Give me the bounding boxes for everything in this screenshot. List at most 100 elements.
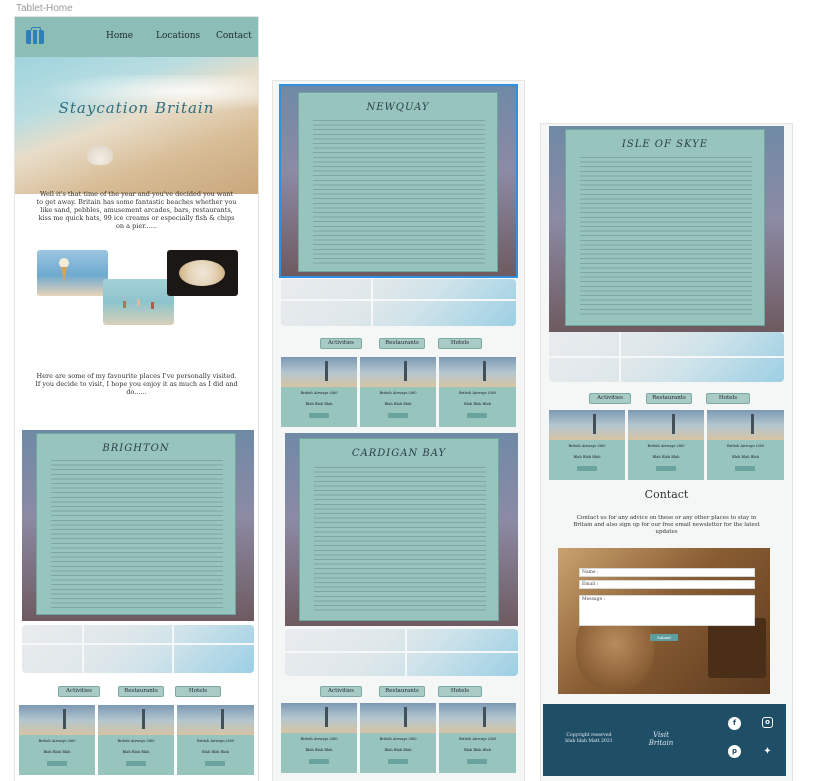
tile-name: British Airways i360 [38, 739, 76, 743]
tile-button[interactable] [388, 759, 408, 764]
facebook-icon[interactable]: f [728, 717, 741, 730]
brighton-card: BRIGHTON [22, 430, 254, 621]
favourites-text: Here are some of my favourite places I'v… [35, 372, 238, 396]
attraction-tile: British Airways i360 Blah Blah Blah [281, 357, 357, 427]
tile-desc: Blah Blah Blah [305, 402, 333, 406]
attraction-tile: British Airways i360 Blah Blah Blah [439, 357, 516, 427]
favourites-line: Here are some of my favourite places I'v… [36, 372, 237, 380]
brand-line: Visit [653, 731, 669, 739]
tile-desc: Blah Blah Blah [652, 455, 680, 459]
cardigan-bay-map[interactable] [285, 629, 518, 676]
submit-button[interactable]: Submit [650, 634, 678, 641]
tile-button[interactable] [309, 413, 329, 418]
activities-button[interactable]: Activities [589, 393, 631, 404]
tile-button[interactable] [309, 759, 329, 764]
tile-desc: Blah Blah Blah [122, 750, 150, 754]
activities-button[interactable]: Activities [320, 686, 362, 697]
tile-button[interactable] [656, 466, 676, 471]
tile-name: British Airways i360 [300, 737, 338, 741]
contact-line: updates [655, 529, 678, 535]
tile-button[interactable] [388, 413, 408, 418]
tile-name: British Airways i360 [458, 391, 497, 395]
nav-home-link[interactable]: Home [106, 31, 133, 41]
attraction-tile: British Airways i360 Blah Blah Blah [439, 703, 516, 773]
tile-button[interactable] [577, 466, 597, 471]
hero-title: Staycation Britain [58, 99, 215, 117]
tile-desc: Blah Blah Blah [43, 750, 71, 754]
shell-image [87, 145, 113, 165]
tile-name: British Airways i360 [647, 444, 685, 448]
contact-line: Britain and also sign up for our free em… [573, 522, 760, 528]
beach-people-photo [103, 279, 174, 325]
newquay-title: NEWQUAY [366, 102, 430, 113]
attraction-tile: British Airways i360 Blah Blah Blah [360, 703, 436, 773]
contact-title: Contact [644, 488, 689, 501]
twitter-icon[interactable]: ✦ [761, 745, 774, 758]
email-field[interactable]: Email : [579, 580, 755, 589]
restaurants-button[interactable]: Restaurants [379, 338, 425, 349]
locations-page: NEWQUAY Activities Restaurants Hotels Br… [273, 81, 524, 781]
pinterest-icon[interactable]: p [728, 745, 741, 758]
tile-button[interactable] [735, 466, 755, 471]
intro-line: kiss me quick hats, 99 ice creams or esp… [38, 214, 235, 222]
tile-button[interactable] [126, 761, 146, 766]
isle-of-skye-title: ISLE OF SKYE [621, 139, 709, 150]
instagram-icon[interactable]: o [762, 717, 773, 728]
tile-desc: Blah Blah Blah [201, 750, 230, 754]
hotels-button[interactable]: Hotels [438, 686, 482, 697]
tile-button[interactable] [47, 761, 67, 766]
hotels-button[interactable]: Hotels [175, 686, 221, 697]
brighton-map[interactable] [22, 625, 254, 673]
isle-of-skye-card: ISLE OF SKYE [549, 126, 784, 332]
message-field[interactable]: Message : [579, 595, 755, 626]
brighton-title: BRIGHTON [102, 443, 170, 454]
tile-desc: Blah Blah Blah [384, 402, 412, 406]
hotels-button[interactable]: Hotels [438, 338, 482, 349]
tile-button[interactable] [205, 761, 225, 766]
intro-text: Well it's that time of the year and you'… [35, 190, 238, 230]
suitcase-image [708, 618, 766, 678]
name-field[interactable]: Name : [579, 568, 755, 577]
intro-line: like sand, pebbles, amusement arcades, b… [40, 206, 233, 214]
tile-name: British Airways i360 [196, 739, 235, 743]
tile-desc: Blah Blah Blah [305, 748, 333, 752]
suitcase-icon[interactable] [26, 27, 44, 44]
restaurants-button[interactable]: Restaurants [118, 686, 164, 697]
nav-locations-link[interactable]: Locations [156, 31, 200, 41]
restaurants-button[interactable]: Restaurants [379, 686, 425, 697]
attraction-tile: British Airways i360 Blah Blah Blah [360, 357, 436, 427]
tile-desc: Blah Blah Blah [573, 455, 601, 459]
attraction-tile: British Airways i360 Blah Blah Blah [177, 705, 254, 775]
fish-chips-photo [167, 250, 238, 296]
tile-name: British Airways i360 [568, 444, 606, 448]
tablet-home-page: Home Locations Contact Staycation Britai… [15, 17, 258, 781]
attraction-tile: British Airways i360 Blah Blah Blah [628, 410, 704, 480]
tile-desc: Blah Blah Blah [731, 455, 760, 459]
footer: Copyright reserved blah blah Matt 2021 V… [543, 704, 786, 776]
footer-copyright: Copyright reserved blah blah Matt 2021 [549, 733, 629, 745]
cardigan-bay-title: CARDIGAN BAY [351, 448, 447, 459]
isle-of-skye-panel: ISLE OF SKYE [565, 129, 765, 326]
tile-desc: Blah Blah Blah [463, 748, 492, 752]
restaurants-button[interactable]: Restaurants [646, 393, 692, 404]
newquay-panel: NEWQUAY [298, 92, 498, 272]
tile-button[interactable] [467, 759, 487, 764]
tile-desc: Blah Blah Blah [384, 748, 412, 752]
tile-button[interactable] [467, 413, 487, 418]
hero-banner: Staycation Britain [15, 57, 258, 194]
hotels-button[interactable]: Hotels [706, 393, 750, 404]
attraction-tile: British Airways i360 Blah Blah Blah [707, 410, 784, 480]
activities-button[interactable]: Activities [58, 686, 100, 697]
attraction-tile: British Airways i360 Blah Blah Blah [19, 705, 95, 775]
favourites-line: do...... [126, 388, 147, 396]
contact-line: Contact us for any advice on these or an… [576, 515, 757, 521]
contact-form: Name : Email : Message : Submit [558, 548, 770, 694]
intro-line: on a pier...... [116, 222, 157, 230]
tile-name: British Airways i360 [458, 737, 497, 741]
activities-button[interactable]: Activities [320, 338, 362, 349]
cardigan-bay-description [314, 467, 486, 611]
isle-of-skye-map[interactable] [549, 332, 784, 382]
tile-name: British Airways i360 [379, 391, 417, 395]
nav-contact-link[interactable]: Contact [216, 31, 252, 41]
newquay-map[interactable] [281, 279, 516, 326]
